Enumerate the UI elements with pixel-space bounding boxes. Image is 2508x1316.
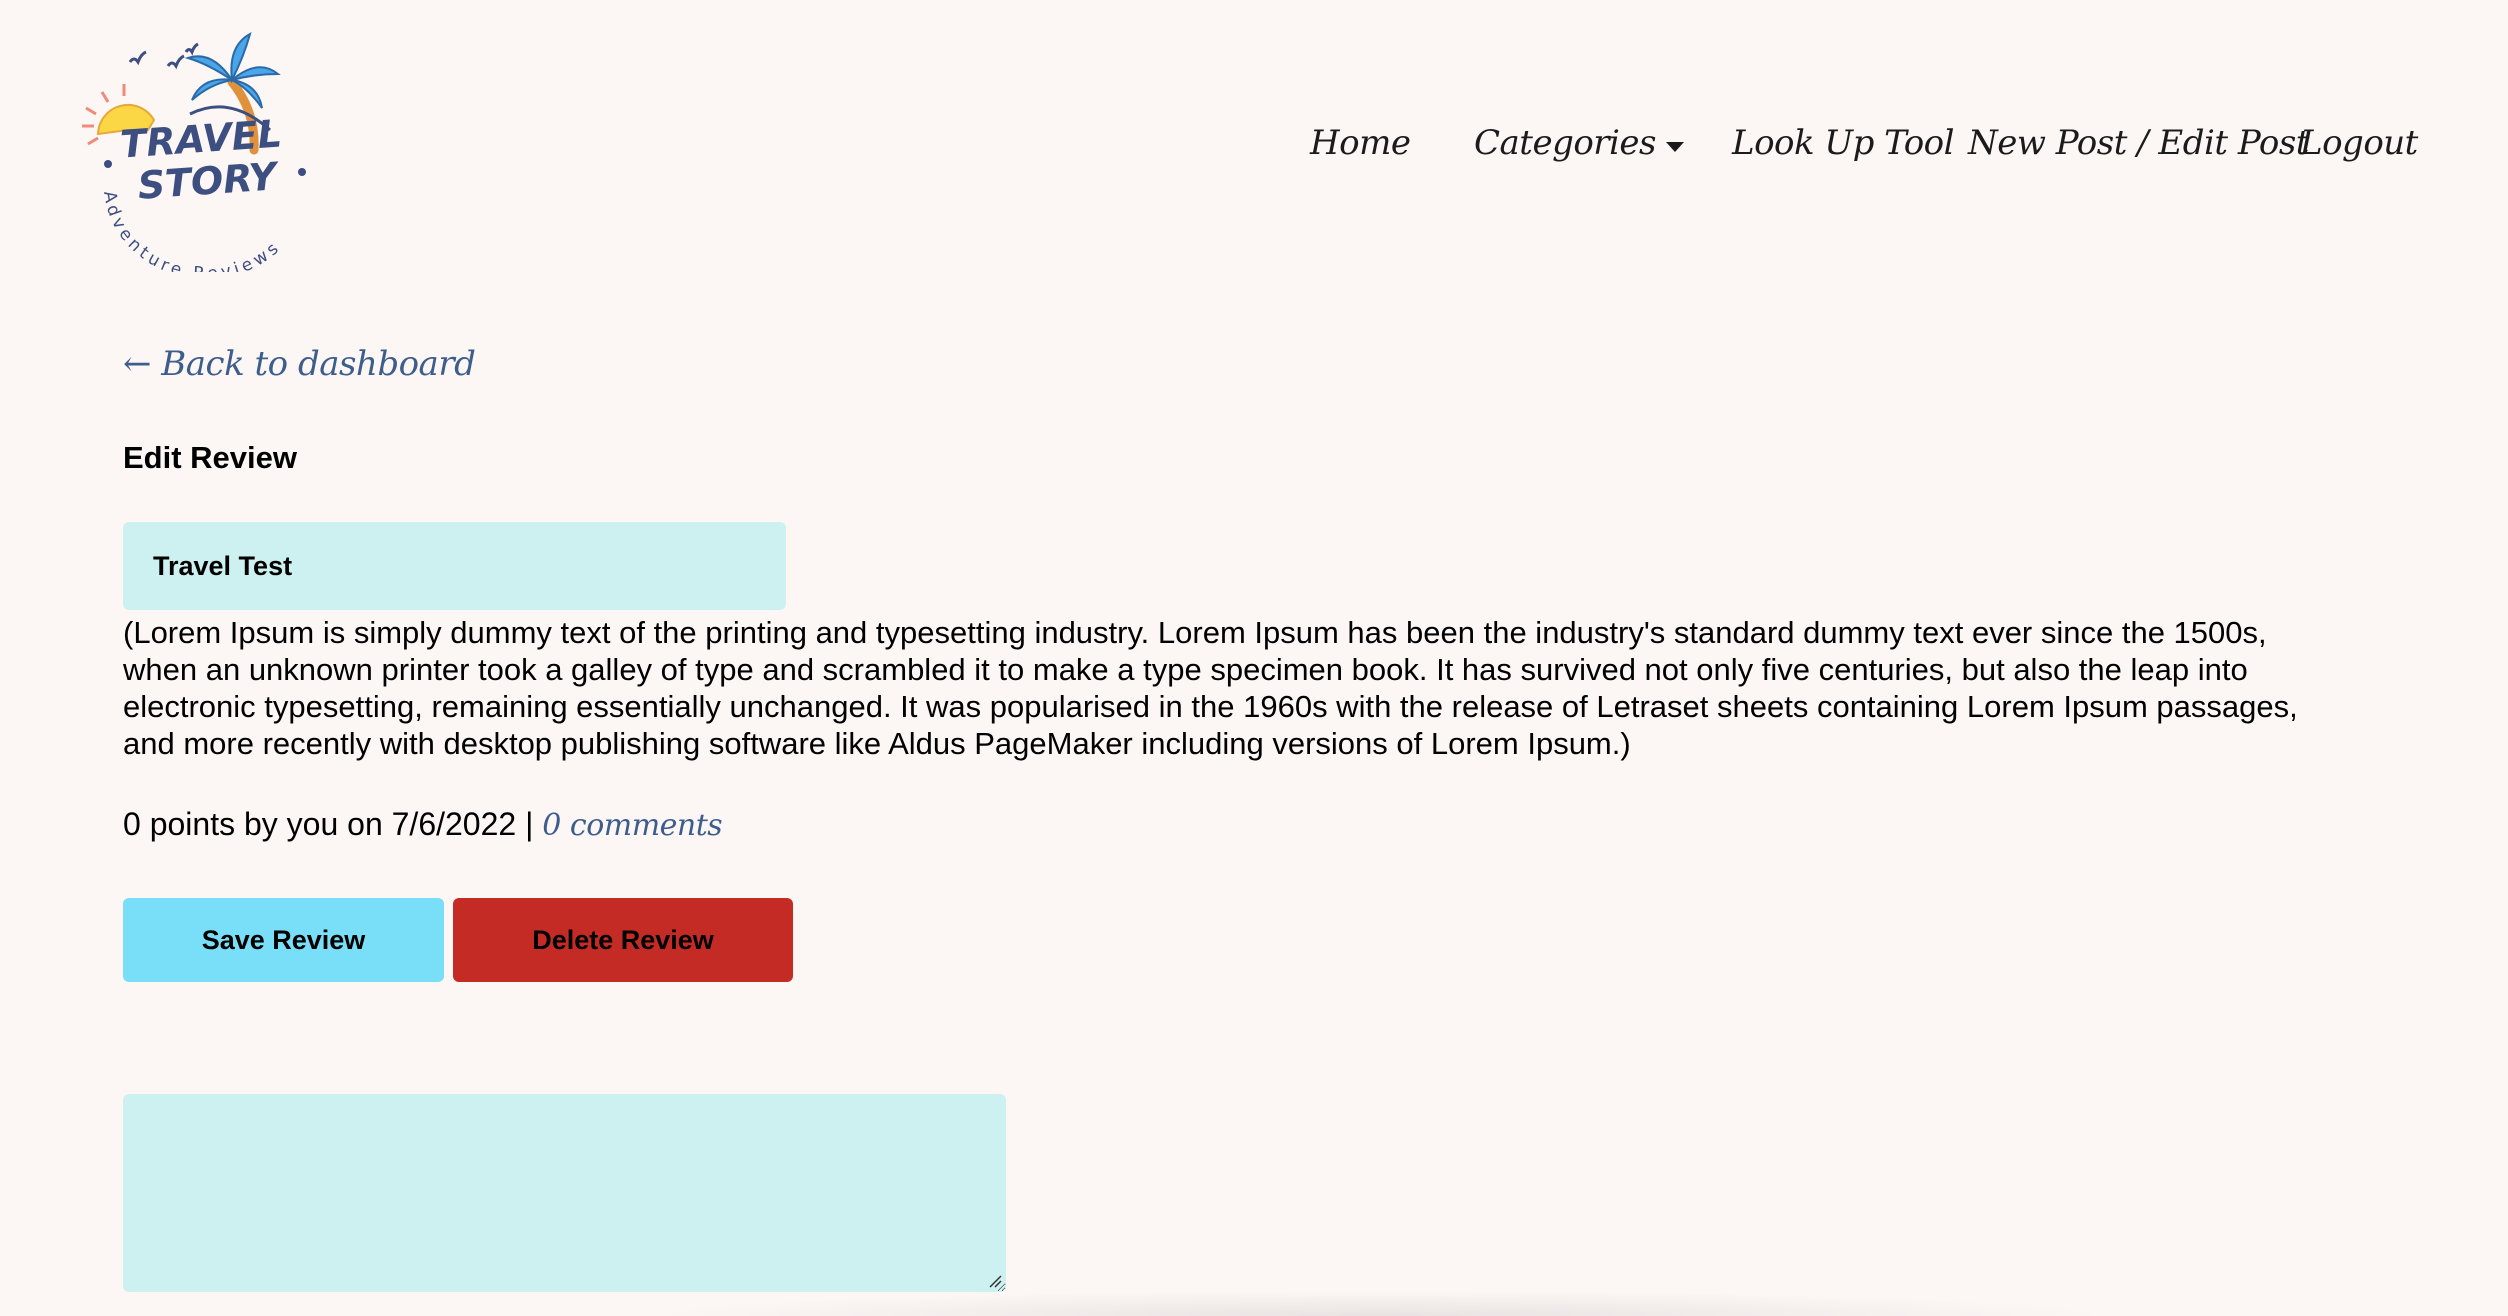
delete-review-button[interactable]: Delete Review <box>453 898 793 982</box>
back-to-dashboard-link[interactable]: ← Back to dashboard <box>123 344 476 384</box>
caret-down-icon <box>1666 142 1684 152</box>
bird-icon <box>184 42 199 56</box>
bird-icon <box>128 50 147 66</box>
nav-logout[interactable]: Logout <box>2300 118 2418 168</box>
nav-new-edit-post[interactable]: New Post / Edit Post <box>1968 118 2309 168</box>
page-title: Edit Review <box>123 440 297 475</box>
nav-categories[interactable]: Categories <box>1474 118 1684 168</box>
palm-tree-icon <box>184 31 281 109</box>
resize-handle-icon[interactable] <box>988 1274 1002 1288</box>
nav-categories-label: Categories <box>1474 123 1657 163</box>
save-review-button[interactable]: Save Review <box>123 898 444 982</box>
comments-link[interactable]: 0 comments <box>542 808 722 843</box>
review-meta-text: 0 points by you on 7/6/2022 | <box>123 806 543 842</box>
review-meta: 0 points by you on 7/6/2022 | 0 comments <box>123 804 723 846</box>
nav-look-up-tool[interactable]: Look Up Tool <box>1732 118 1955 168</box>
comment-textarea[interactable] <box>123 1094 1006 1292</box>
bird-icon <box>166 54 185 70</box>
nav-home[interactable]: Home <box>1310 118 1411 168</box>
main-nav: Home Categories Look Up Tool New Post / … <box>0 118 2508 168</box>
review-body-text: (Lorem Ipsum is simply dummy text of the… <box>123 615 2298 761</box>
bottom-shadow <box>640 1290 2120 1316</box>
review-title-input[interactable] <box>123 522 786 610</box>
